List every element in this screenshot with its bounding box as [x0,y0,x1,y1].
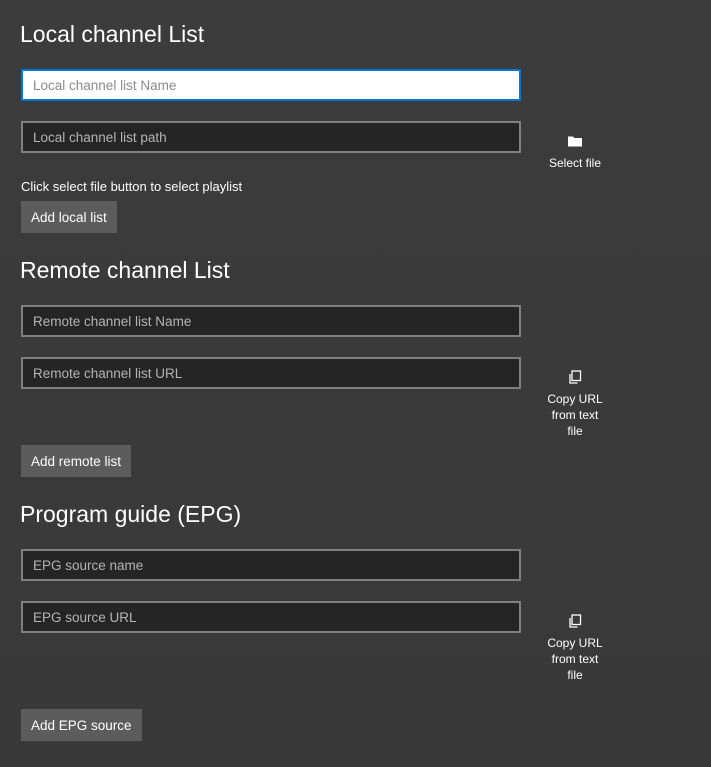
remote-copy-label-line-2: from text [551,408,599,422]
copy-icon [569,370,582,384]
remote-list-name-input[interactable] [21,305,521,337]
epg-source-url-input[interactable] [21,601,521,633]
remote-copy-url-button[interactable]: Copy URL from text file [540,369,610,439]
local-list-name-input[interactable] [21,69,521,101]
epg-copy-label-line-3: file [567,668,583,682]
epg-copy-url-button[interactable]: Copy URL from text file [540,613,610,683]
local-hint-text: Click select file button to select playl… [21,179,243,194]
epg-source-name-input[interactable] [21,549,521,581]
select-file-button[interactable]: Select file [540,133,610,171]
add-local-list-button[interactable]: Add local list [21,201,117,233]
select-file-label: Select file [548,156,602,170]
epg-copy-label-line-2: from text [551,652,599,666]
add-epg-source-button[interactable]: Add EPG source [21,709,142,741]
remote-section-title: Remote channel List [20,257,230,283]
epg-copy-label-line-1: Copy URL [547,636,603,650]
local-section-title: Local channel List [20,21,205,47]
folder-icon [568,136,582,147]
remote-copy-label-line-1: Copy URL [547,392,603,406]
remote-copy-label-line-3: file [567,424,583,438]
remote-list-url-input[interactable] [21,357,521,389]
add-remote-list-button[interactable]: Add remote list [21,445,132,477]
epg-section-title: Program guide (EPG) [20,501,242,527]
copy-icon [569,614,582,628]
local-list-path-input[interactable] [21,121,521,153]
